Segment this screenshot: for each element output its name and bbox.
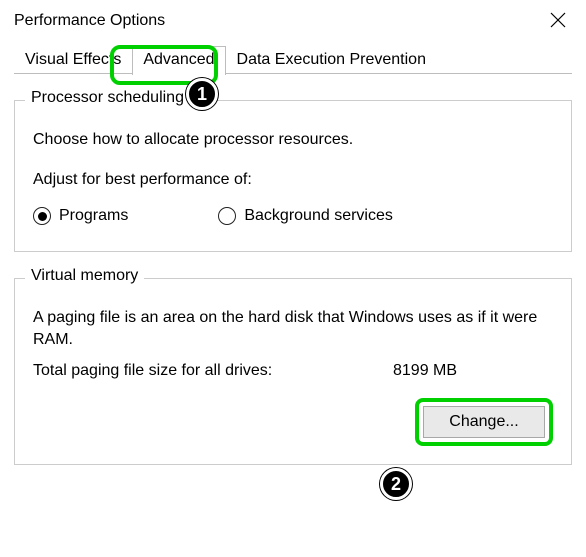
processor-scheduling-group: Processor scheduling Choose how to alloc… [14, 100, 572, 252]
radio-programs-label: Programs [59, 207, 128, 225]
radio-background-services[interactable]: Background services [218, 207, 393, 225]
tab-advanced[interactable]: Advanced [132, 46, 225, 75]
vm-total-label: Total paging file size for all drives: [33, 362, 393, 380]
performance-options-window: Performance Options Visual Effects Advan… [0, 0, 586, 557]
annotation-highlight-button: Change... [415, 398, 553, 446]
adjust-label: Adjust for best performance of: [33, 171, 553, 189]
radio-icon [33, 207, 51, 225]
vm-total-value: 8199 MB [393, 362, 457, 380]
processor-scheduling-desc: Choose how to allocate processor resourc… [33, 131, 553, 149]
change-button[interactable]: Change... [423, 406, 545, 438]
virtual-memory-desc: A paging file is an area on the hard dis… [33, 307, 553, 350]
virtual-memory-title: Virtual memory [25, 267, 144, 285]
processor-scheduling-title: Processor scheduling [25, 89, 190, 107]
radio-icon [218, 207, 236, 225]
radio-programs[interactable]: Programs [33, 207, 128, 225]
close-icon[interactable] [544, 12, 572, 31]
annotation-callout-2: 2 [380, 468, 412, 500]
titlebar: Performance Options [0, 0, 586, 40]
vm-total-row: Total paging file size for all drives: 8… [33, 362, 553, 380]
radio-row: Programs Background services [33, 207, 553, 225]
virtual-memory-group: Virtual memory A paging file is an area … [14, 278, 572, 465]
button-row: Change... [33, 398, 553, 446]
tab-bar: Visual Effects Advanced Data Execution P… [0, 40, 586, 74]
radio-background-label: Background services [244, 207, 393, 225]
tab-visual-effects[interactable]: Visual Effects [14, 46, 132, 74]
tab-data-execution-prevention[interactable]: Data Execution Prevention [226, 46, 437, 74]
window-title: Performance Options [14, 12, 165, 30]
tab-content: Processor scheduling Choose how to alloc… [0, 74, 586, 465]
